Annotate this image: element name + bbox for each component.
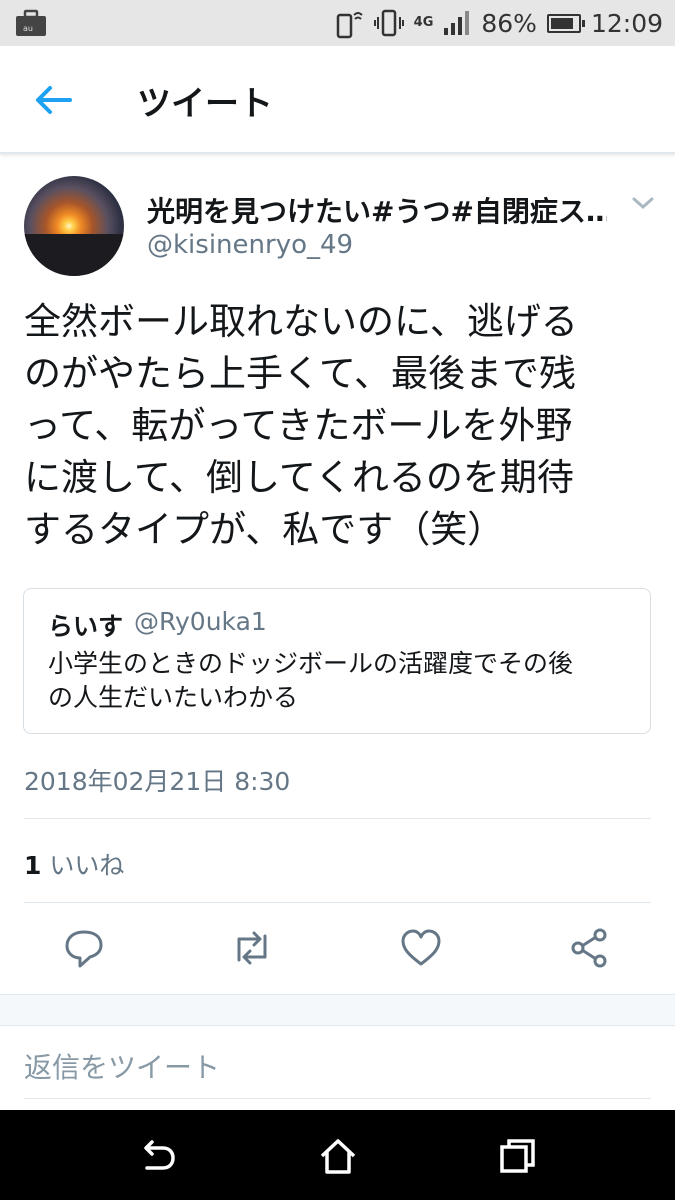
quoted-author-name: らいす	[48, 612, 124, 641]
quoted-tweet-text: 小学生のときのドッジボールの活躍度でその後 の人生だいたいわかる	[48, 649, 574, 712]
vibrate-icon	[373, 9, 404, 37]
back-arrow-icon[interactable]	[30, 80, 74, 120]
signal-icon	[444, 11, 470, 35]
briefcase-icon: au	[16, 9, 46, 36]
author-handle[interactable]: @kisinenryo_49	[147, 230, 353, 260]
battery-percent: 86%	[481, 8, 537, 38]
share-icon[interactable]	[568, 926, 612, 970]
battery-icon	[546, 13, 585, 33]
divider	[24, 1098, 651, 1099]
clock: 12:09	[590, 8, 663, 38]
network-type: 4G	[413, 15, 434, 30]
quoted-author-handle: @Ry0uka1	[134, 607, 267, 636]
author-name[interactable]: 光明を見つけたい#うつ#自閉症ス…	[147, 190, 607, 230]
page-title: ツイート	[137, 84, 273, 124]
tweet-text: 全然ボール取れないのに、逃げる のがやたら上手くて、最後まで残 って、転がってき…	[24, 300, 578, 551]
nav-back-icon[interactable]	[135, 1134, 179, 1178]
reply-input[interactable]: 返信をツイート	[24, 1046, 651, 1090]
status-bar: au 4G 86% 12:09	[0, 0, 675, 46]
like-icon[interactable]	[399, 926, 443, 970]
avatar[interactable]	[24, 176, 124, 276]
quoted-tweet[interactable]: らいす @Ry0uka1 小学生のときのドッジボールの活躍度でその後 の人生だい…	[23, 588, 651, 734]
nav-home-icon[interactable]	[316, 1134, 360, 1178]
app-header: ツイート	[0, 46, 675, 154]
nav-recents-icon[interactable]	[496, 1134, 540, 1178]
divider	[24, 818, 651, 819]
svg-text:au: au	[23, 24, 33, 33]
likes-label: いいね	[49, 851, 125, 880]
navigation-bar	[0, 1110, 675, 1200]
tweet-timestamp: 2018年02月21日 8:30	[24, 767, 291, 796]
reply-icon[interactable]	[62, 926, 106, 970]
phone-wifi-icon	[336, 12, 363, 39]
section-separator	[0, 994, 675, 1026]
divider	[24, 902, 651, 903]
chevron-down-icon[interactable]	[628, 192, 658, 214]
retweet-icon[interactable]	[230, 926, 274, 970]
likes-count: 1	[24, 851, 42, 880]
likes-summary[interactable]: 1 いいね	[24, 846, 124, 882]
